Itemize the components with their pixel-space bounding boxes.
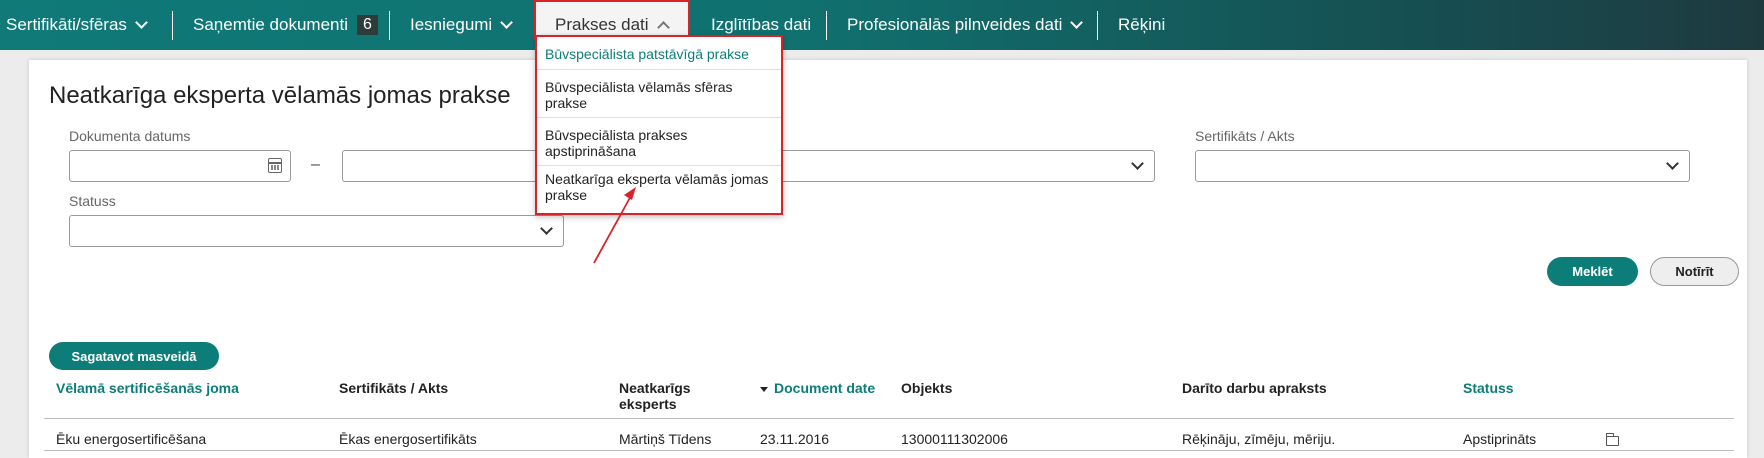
column-header-date-label: Document date <box>774 380 876 396</box>
menu-item-practice-approval[interactable]: Būvspeciālista prakses apstiprināšana <box>545 127 777 159</box>
chevron-down-icon <box>540 222 553 235</box>
cell-certificate: Ēkas energosertifikāts <box>339 431 477 447</box>
chevron-down-icon <box>1070 16 1084 29</box>
menu-divider <box>537 165 781 166</box>
nav-item-certificates[interactable]: Sertifikāti/sfēras <box>6 0 148 50</box>
chevron-down-icon <box>1131 157 1144 170</box>
cell-field: Ēku energosertificēšana <box>56 431 207 447</box>
nav-item-received-documents[interactable]: Saņemtie dokumenti 6 <box>193 0 378 50</box>
menu-item-independent-practice[interactable]: Būvspeciālista patstāvīgā prakse <box>545 46 777 62</box>
top-navigation: Sertifikāti/sfēras Saņemtie dokumenti 6 … <box>0 0 1764 50</box>
calendar-icon[interactable] <box>268 158 282 173</box>
nav-divider <box>389 11 390 40</box>
nav-item-label: Sertifikāti/sfēras <box>6 15 127 34</box>
certificate-label: Sertifikāts / Akts <box>1195 128 1295 144</box>
main-card: Neatkarīga eksperta vēlamās jomas prakse… <box>29 60 1747 458</box>
cell-date: 23.11.2016 <box>760 431 830 447</box>
menu-divider <box>537 69 781 70</box>
nav-divider <box>172 11 173 40</box>
status-label: Statuss <box>69 193 116 209</box>
menu-item-expert-desired-field-practice[interactable]: Neatkarīga eksperta vēlamās jomas prakse <box>545 171 777 203</box>
date-range-separator: – <box>311 156 320 173</box>
certificate-select[interactable] <box>1195 150 1690 182</box>
nav-item-label: Profesionālās pilnveides dati <box>847 15 1063 34</box>
menu-divider <box>537 117 781 118</box>
chevron-down-icon <box>135 16 148 29</box>
cell-expert: Mārtiņš Tīdens <box>619 431 712 447</box>
nav-item-label: Prakses dati <box>555 15 649 34</box>
status-select[interactable] <box>69 215 564 247</box>
date-from-input[interactable] <box>69 150 291 182</box>
nav-divider <box>1097 11 1098 40</box>
document-date-label: Dokumenta datums <box>69 128 191 144</box>
nav-item-invoices[interactable]: Rēķini <box>1118 0 1165 50</box>
nav-item-label: Iesniegumi <box>410 15 493 34</box>
cell-object: 13000111302006 <box>901 431 1008 447</box>
cell-description: Rēķināju, zīmēju, mēriju. <box>1182 431 1336 447</box>
search-button[interactable]: Meklēt <box>1547 257 1638 286</box>
chevron-down-icon <box>1666 157 1679 170</box>
nav-divider <box>826 11 827 40</box>
chevron-up-icon <box>656 21 670 34</box>
nav-item-label: Saņemtie dokumenti <box>193 15 348 34</box>
nav-item-applications[interactable]: Iesniegumi <box>410 0 514 50</box>
column-header-object: Objekts <box>901 380 953 396</box>
table-divider <box>44 450 1734 451</box>
column-header-expert: Neatkarīgs eksperts <box>619 380 691 412</box>
column-header-certificate: Sertifikāts / Akts <box>339 380 449 396</box>
nav-item-professional-development[interactable]: Profesionālās pilnveides dati <box>847 0 1084 50</box>
practice-data-dropdown: Būvspeciālista patstāvīgā prakse Būvspec… <box>535 35 783 215</box>
page-title: Neatkarīga eksperta vēlamās jomas prakse <box>49 82 511 109</box>
clear-button[interactable]: Notīrīt <box>1650 257 1739 286</box>
count-badge: 6 <box>356 15 378 35</box>
folder-open-icon[interactable] <box>1605 433 1619 446</box>
column-header-description: Darīto darbu apraksts <box>1182 380 1327 396</box>
column-header-field[interactable]: Vēlamā sertificēšanās joma <box>56 380 239 396</box>
chevron-down-icon <box>500 16 514 29</box>
column-header-date[interactable]: Document date <box>760 380 875 396</box>
cell-status: Apstiprināts <box>1463 431 1537 447</box>
nav-item-label: Izglītības dati <box>711 15 812 34</box>
sort-descending-icon <box>760 386 768 392</box>
menu-item-desired-sphere-practice[interactable]: Būvspeciālista vēlamās sfēras prakse <box>545 79 777 111</box>
bulk-prepare-button[interactable]: Sagatavot masveidā <box>49 342 219 370</box>
table-divider <box>44 418 1734 419</box>
column-header-status[interactable]: Statuss <box>1463 380 1514 396</box>
nav-item-label: Rēķini <box>1118 15 1166 34</box>
